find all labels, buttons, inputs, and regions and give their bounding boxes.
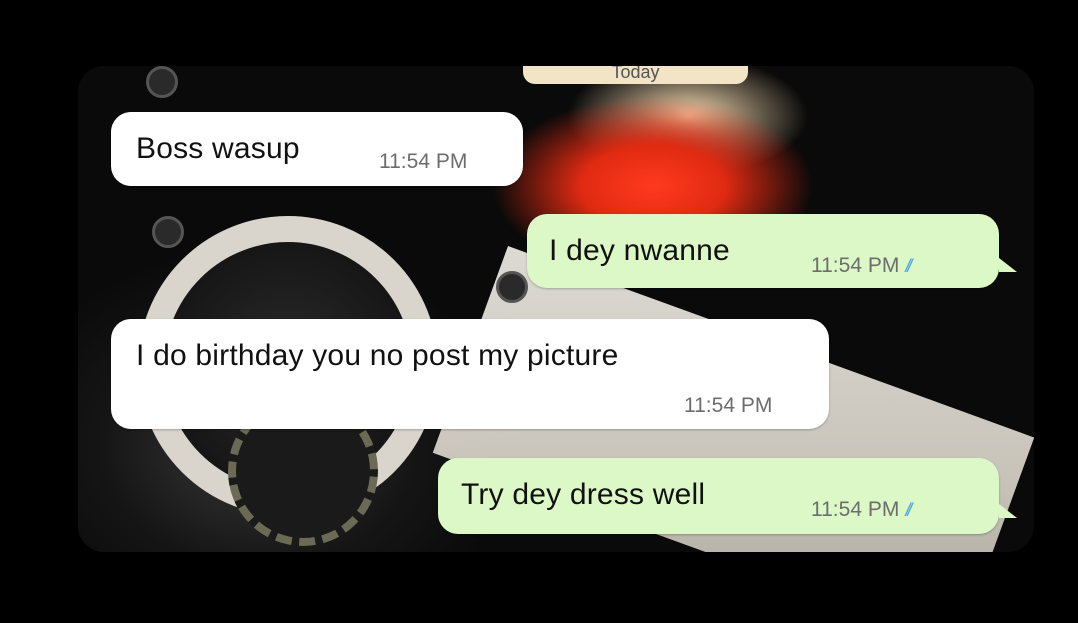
message-text: Try dey dress well (461, 478, 706, 511)
message-meta: 11:54 PM// (811, 254, 912, 278)
chat-window: Today Boss wasup 11:54 PM I dey nwanne 1… (78, 66, 1034, 552)
bubble-tail (999, 504, 1017, 518)
message-text: Boss wasup (136, 132, 300, 165)
message-time: 11:54 PM (811, 498, 900, 521)
message-text: I do birthday you no post my picture (136, 339, 619, 372)
message-meta: 11:54 PM// (811, 498, 912, 522)
message-text: I dey nwanne (549, 234, 730, 267)
message-outgoing[interactable]: I dey nwanne 11:54 PM// (527, 214, 999, 288)
wallpaper-bolt (152, 216, 184, 248)
wallpaper-bolt (146, 66, 178, 98)
date-separator: Today (523, 66, 748, 84)
read-receipt-icon: // (905, 500, 912, 520)
message-time: 11:54 PM (684, 394, 773, 417)
message-incoming[interactable]: Boss wasup 11:54 PM (111, 112, 523, 186)
bubble-tail (999, 258, 1017, 272)
wallpaper-bolt (496, 271, 528, 303)
message-time: 11:54 PM (811, 254, 900, 277)
message-time: 11:54 PM (379, 150, 468, 173)
message-incoming[interactable]: I do birthday you no post my picture 11:… (111, 319, 829, 429)
message-outgoing[interactable]: Try dey dress well 11:54 PM// (438, 458, 999, 534)
read-receipt-icon: // (905, 256, 912, 276)
